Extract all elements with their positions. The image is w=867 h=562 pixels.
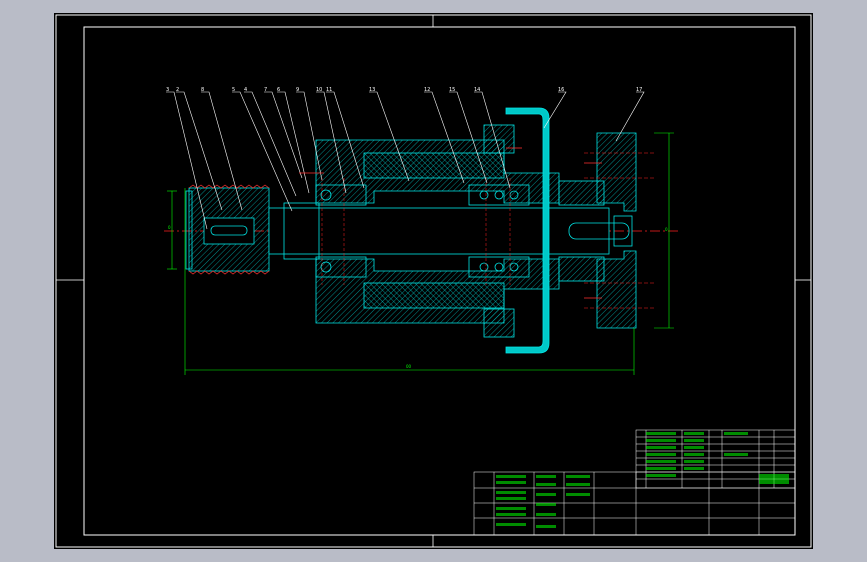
svg-text:13: 13	[369, 87, 375, 93]
svg-text:2: 2	[176, 87, 179, 93]
title-block-green-cells	[496, 432, 789, 528]
cad-viewport[interactable]: 00 0 0 3 2 8 5 4 7 6 9 10 11 13 12 15 14	[54, 13, 813, 549]
svg-text:0: 0	[168, 225, 171, 230]
svg-text:00: 00	[406, 364, 412, 369]
svg-text:17: 17	[636, 87, 642, 93]
svg-text:14: 14	[474, 87, 480, 93]
svg-text:15: 15	[449, 87, 455, 93]
svg-text:6: 6	[277, 87, 280, 93]
svg-text:10: 10	[316, 87, 322, 93]
svg-text:7: 7	[264, 87, 267, 93]
svg-text:0: 0	[665, 227, 668, 232]
svg-text:9: 9	[296, 87, 299, 93]
svg-text:4: 4	[244, 87, 247, 93]
left-pulley	[185, 184, 270, 275]
svg-text:12: 12	[424, 87, 430, 93]
main-shaft	[268, 202, 630, 260]
svg-text:3: 3	[166, 87, 169, 93]
svg-text:5: 5	[232, 87, 235, 93]
svg-text:16: 16	[558, 87, 564, 93]
svg-text:11: 11	[326, 87, 332, 93]
svg-text:8: 8	[201, 87, 204, 93]
assembly-drawing: 00 0 0 3 2 8 5 4 7 6 9 10 11 13 12 15 14	[55, 14, 812, 548]
